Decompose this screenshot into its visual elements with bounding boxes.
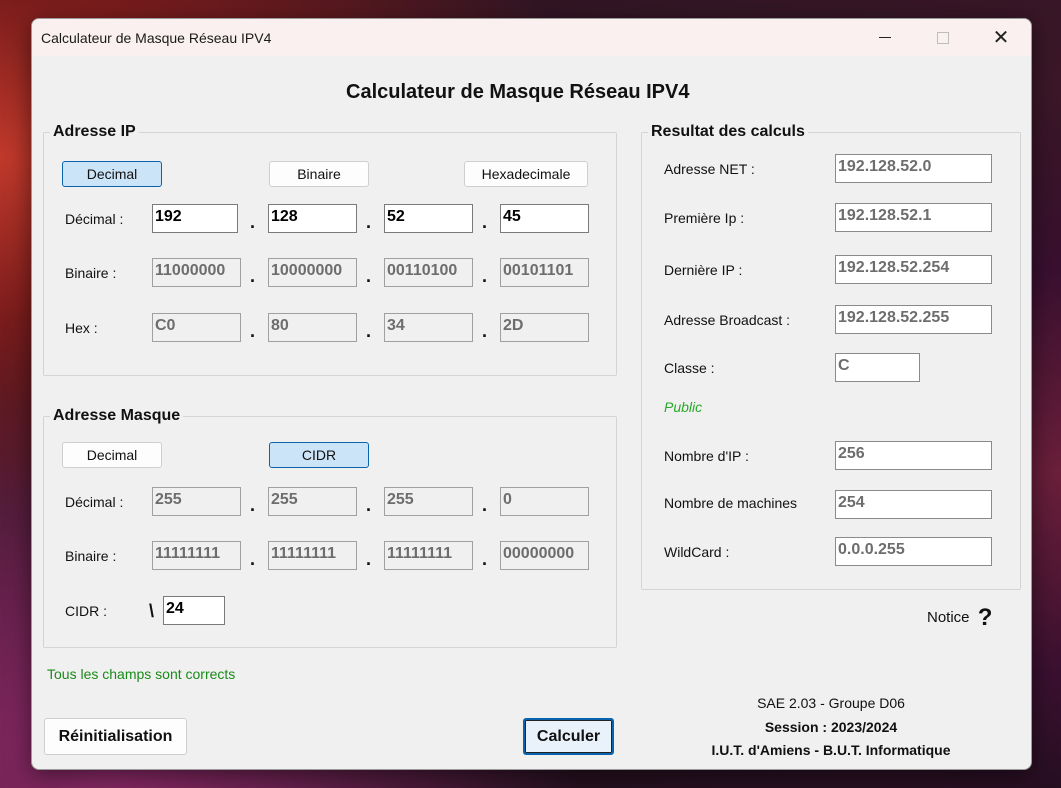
mask-binary-octet-4[interactable]: 00000000 [500, 541, 589, 570]
separator-dot: . [366, 266, 372, 286]
mask-decimal-octet-4[interactable]: 0 [500, 487, 589, 516]
ip-hex-octet-4[interactable]: 2D [500, 313, 589, 342]
separator-dot: . [482, 549, 488, 569]
mask-group-label: Adresse Masque [50, 407, 184, 425]
last-ip-output[interactable]: 192.128.52.254 [835, 255, 992, 284]
mask-binary-octet-1[interactable]: 11111111 [152, 541, 241, 570]
separator-dot: . [482, 321, 488, 341]
ip-binary-button[interactable]: Binaire [269, 161, 369, 187]
class-output[interactable]: C [835, 353, 920, 382]
footer-institution: I.U.T. d'Amiens - B.U.T. Informatique [711, 742, 951, 758]
ip-hex-octet-2[interactable]: 80 [268, 313, 357, 342]
ip-hex-octet-3[interactable]: 34 [384, 313, 473, 342]
page-title: Calculateur de Masque Réseau IPV4 [346, 81, 690, 103]
mask-decimal-octet-1[interactable]: 255 [152, 487, 241, 516]
status-message: Tous les champs sont corrects [47, 666, 236, 682]
ip-decimal-octet-4[interactable]: 45 [500, 204, 589, 233]
ip-decimal-label: Décimal : [65, 211, 124, 227]
cidr-label: CIDR : [65, 603, 107, 619]
calculate-button[interactable]: Calculer [523, 718, 614, 755]
ip-count-label: Nombre d'IP : [664, 448, 749, 464]
ip-count-output[interactable]: 256 [835, 441, 992, 470]
broadcast-label: Adresse Broadcast : [664, 312, 791, 328]
mask-decimal-label: Décimal : [65, 494, 124, 510]
separator-dot: . [250, 212, 256, 232]
separator-dot: . [482, 266, 488, 286]
broadcast-output[interactable]: 192.128.52.255 [835, 305, 992, 334]
separator-dot: . [250, 549, 256, 569]
maximize-button[interactable] [914, 19, 972, 56]
ip-hex-button[interactable]: Hexadecimale [464, 161, 588, 187]
notice-link[interactable]: Notice ? [927, 604, 992, 632]
separator-dot: . [366, 549, 372, 569]
last-ip-label: Dernière IP : [664, 262, 743, 278]
ip-group-label: Adresse IP [50, 123, 139, 141]
minimize-icon [879, 37, 891, 38]
net-label: Adresse NET : [664, 161, 755, 177]
separator-dot: . [482, 212, 488, 232]
mask-decimal-octet-2[interactable]: 255 [268, 487, 357, 516]
separator-dot: . [250, 266, 256, 286]
help-icon: ? [977, 604, 993, 631]
footer-session: Session : 2023/2024 [764, 719, 898, 735]
footer-project: SAE 2.03 - Groupe D06 [757, 695, 905, 711]
separator-dot: . [366, 321, 372, 341]
mask-binary-octet-3[interactable]: 11111111 [384, 541, 473, 570]
address-type-text: Public [664, 399, 703, 415]
net-output[interactable]: 192.128.52.0 [835, 154, 992, 183]
mask-decimal-octet-3[interactable]: 255 [384, 487, 473, 516]
ip-binary-octet-3[interactable]: 00110100 [384, 258, 473, 287]
first-ip-label: Première Ip : [664, 210, 745, 226]
ip-decimal-octet-1[interactable]: 192 [152, 204, 238, 233]
title-bar[interactable]: Calculateur de Masque Réseau IPV4 ✕ [32, 19, 1031, 56]
maximize-icon [937, 31, 949, 44]
cidr-input[interactable]: 24 [163, 596, 225, 625]
separator-dot: . [366, 212, 372, 232]
notice-label: Notice [927, 609, 970, 626]
ip-binary-octet-1[interactable]: 11000000 [152, 258, 241, 287]
close-button[interactable]: ✕ [972, 19, 1030, 56]
machines-label: Nombre de machines [664, 495, 798, 511]
wildcard-output[interactable]: 0.0.0.255 [835, 537, 992, 566]
separator-dot: . [366, 495, 372, 515]
separator-dot: . [250, 495, 256, 515]
minimize-button[interactable] [856, 19, 914, 56]
cidr-backslash: \ [149, 601, 155, 621]
mask-binary-label: Binaire : [65, 548, 117, 564]
ip-binary-octet-4[interactable]: 00101101 [500, 258, 589, 287]
ip-decimal-button[interactable]: Decimal [62, 161, 162, 187]
ip-binary-octet-2[interactable]: 10000000 [268, 258, 357, 287]
ip-decimal-octet-2[interactable]: 128 [268, 204, 357, 233]
ip-hex-octet-1[interactable]: C0 [152, 313, 241, 342]
mask-binary-octet-2[interactable]: 11111111 [268, 541, 357, 570]
close-icon: ✕ [992, 27, 1010, 49]
mask-decimal-button[interactable]: Decimal [62, 442, 162, 468]
reset-button[interactable]: Réinitialisation [44, 718, 187, 755]
ip-hex-label: Hex : [65, 320, 98, 336]
machines-output[interactable]: 254 [835, 490, 992, 519]
class-label: Classe : [664, 360, 715, 376]
results-group-label: Resultat des calculs [648, 123, 808, 141]
separator-dot: . [482, 495, 488, 515]
window-title: Calculateur de Masque Réseau IPV4 [41, 30, 272, 46]
app-window: Calculateur de Masque Réseau IPV4 ✕ Calc… [31, 18, 1032, 770]
first-ip-output[interactable]: 192.128.52.1 [835, 203, 992, 232]
wildcard-label: WildCard : [664, 544, 730, 560]
ip-binary-label: Binaire : [65, 265, 117, 281]
ip-decimal-octet-3[interactable]: 52 [384, 204, 473, 233]
separator-dot: . [250, 321, 256, 341]
mask-cidr-button[interactable]: CIDR [269, 442, 369, 468]
